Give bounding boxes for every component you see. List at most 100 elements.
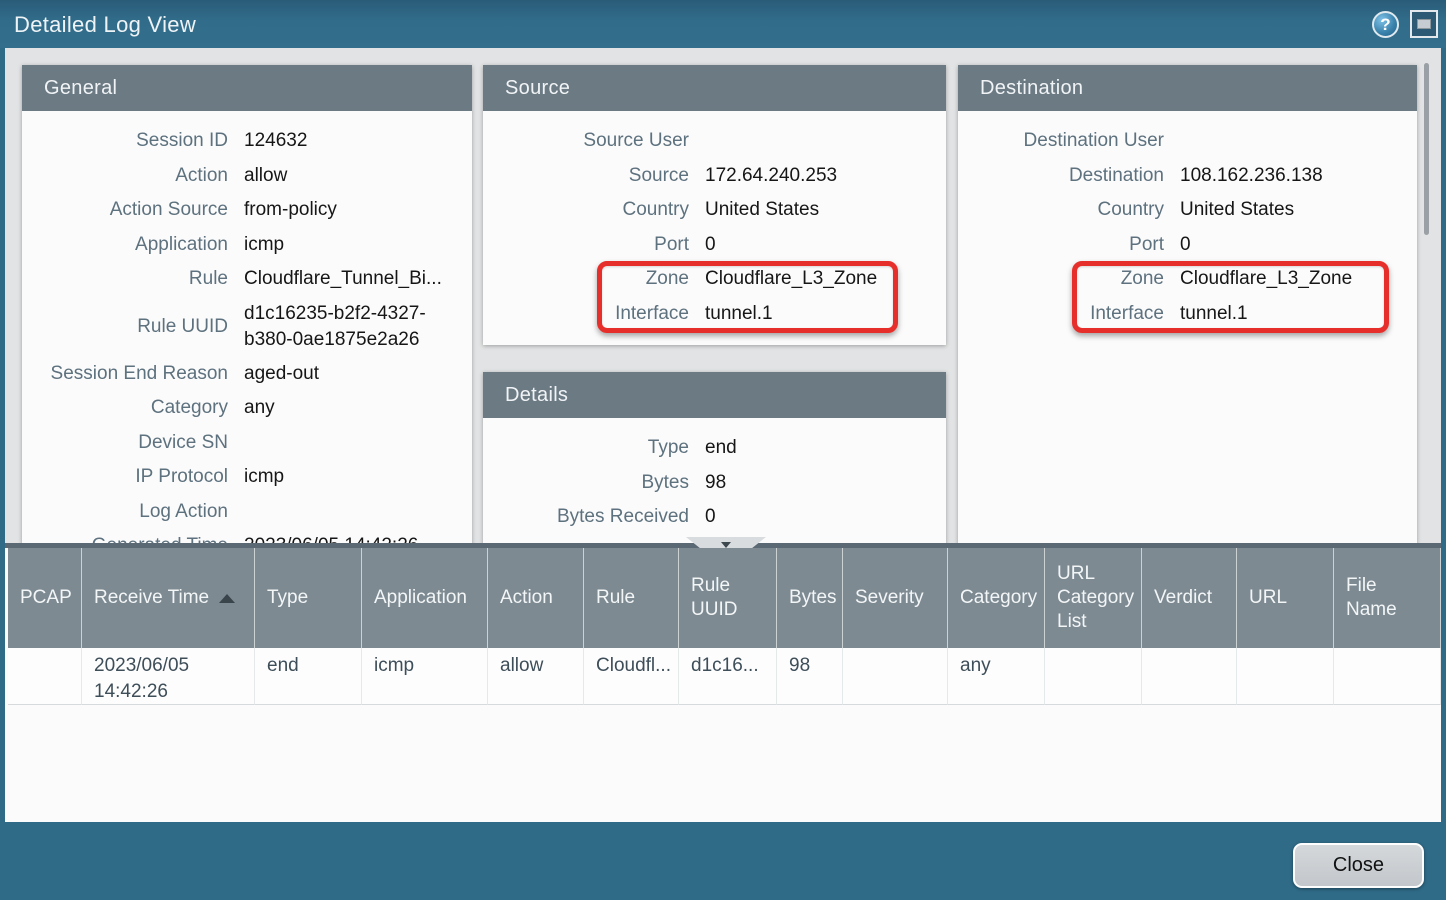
- detailed-log-view-dialog: Detailed Log View ? General Session ID 1…: [0, 0, 1446, 900]
- window-restore-inner: [1417, 19, 1431, 29]
- log-detail-panels-region: General Session ID 124632 Action allow A…: [5, 48, 1441, 543]
- cell-rule: Cloudfl...: [584, 648, 679, 705]
- field-value: 98: [705, 470, 934, 496]
- field-value: any: [244, 395, 460, 421]
- dialog-title: Detailed Log View: [14, 12, 196, 38]
- column-header-pcap[interactable]: PCAP: [8, 548, 82, 648]
- field-label: Type: [483, 437, 689, 459]
- column-header-receive-time[interactable]: Receive Time: [82, 548, 255, 648]
- field-label: Port: [483, 234, 689, 256]
- field-log-action: Log Action: [22, 495, 460, 530]
- field-label: Bytes Received: [483, 506, 689, 528]
- field-label: Source User: [483, 130, 689, 152]
- field-label: Action: [22, 165, 228, 187]
- column-header-type[interactable]: Type: [255, 548, 362, 648]
- field-destination-port: Port 0: [958, 228, 1405, 263]
- field-value: 0: [705, 232, 934, 258]
- cell-rule-uuid: d1c16...: [679, 648, 777, 705]
- cell-pcap: [8, 648, 82, 705]
- sort-ascending-icon: [219, 594, 235, 603]
- field-label: Log Action: [22, 501, 228, 523]
- field-source-port: Port 0: [483, 228, 934, 263]
- field-label: Session ID: [22, 130, 228, 152]
- help-icon[interactable]: ?: [1372, 11, 1399, 38]
- field-label: Bytes: [483, 472, 689, 494]
- field-label: Port: [958, 234, 1164, 256]
- field-label: Application: [22, 234, 228, 256]
- cell-url-category-list: [1045, 648, 1142, 705]
- field-application: Application icmp: [22, 228, 460, 263]
- field-rule-uuid: Rule UUID d1c16235-b2f2-4327-b380-0ae187…: [22, 297, 460, 357]
- column-header-url-category-list[interactable]: URL Category List: [1045, 548, 1142, 648]
- field-value: 108.162.236.138: [1180, 163, 1405, 189]
- field-label: IP Protocol: [22, 466, 228, 488]
- close-button[interactable]: Close: [1293, 843, 1424, 888]
- field-label: Rule: [22, 268, 228, 290]
- column-header-category[interactable]: Category: [948, 548, 1045, 648]
- field-device-sn: Device SN: [22, 426, 460, 461]
- panels-vertical-scrollbar[interactable]: [1424, 63, 1429, 235]
- field-destination-address: Destination 108.162.236.138: [958, 159, 1405, 194]
- cell-action: allow: [488, 648, 584, 705]
- column-header-severity[interactable]: Severity: [843, 548, 948, 648]
- cell-application: icmp: [362, 648, 488, 705]
- field-value: 0: [1180, 232, 1405, 258]
- field-destination-user: Destination User: [958, 124, 1405, 159]
- field-value: end: [705, 435, 934, 461]
- field-source-user: Source User: [483, 124, 934, 159]
- cell-verdict: [1142, 648, 1237, 705]
- details-panel: Details Type end Bytes 98 Bytes Received…: [483, 372, 946, 543]
- cell-file-name: [1334, 648, 1441, 705]
- field-label: Generated Time: [22, 535, 228, 543]
- table-row[interactable]: 2023/06/05 14:42:26 end icmp allow Cloud…: [8, 648, 1441, 705]
- field-category: Category any: [22, 391, 460, 426]
- field-value: Cloudflare_Tunnel_Bi...: [244, 266, 460, 292]
- field-value: United States: [705, 197, 934, 223]
- field-label: Destination User: [958, 130, 1164, 152]
- field-label: Rule UUID: [22, 316, 228, 338]
- field-label: Destination: [958, 165, 1164, 187]
- column-header-rule-uuid[interactable]: Rule UUID: [679, 548, 777, 648]
- column-header-verdict[interactable]: Verdict: [1142, 548, 1237, 648]
- field-value: d1c16235-b2f2-4327-b380-0ae1875e2a26: [244, 301, 460, 353]
- column-header-action[interactable]: Action: [488, 548, 584, 648]
- field-label: Action Source: [22, 199, 228, 221]
- log-table-header-row: PCAP Receive Time Type Application Actio…: [8, 548, 1441, 648]
- field-label: Country: [483, 199, 689, 221]
- field-action-source: Action Source from-policy: [22, 193, 460, 228]
- column-header-file-name[interactable]: File Name: [1334, 548, 1441, 648]
- dialog-footer: Close: [0, 822, 1446, 900]
- field-label: Category: [22, 397, 228, 419]
- cell-severity: [843, 648, 948, 705]
- field-generated-time: Generated Time 2023/06/05 14:42:26: [22, 529, 460, 543]
- field-value: allow: [244, 163, 460, 189]
- field-source-address: Source 172.64.240.253: [483, 159, 934, 194]
- column-header-bytes[interactable]: Bytes: [777, 548, 843, 648]
- field-type: Type end: [483, 431, 934, 466]
- cell-category: any: [948, 648, 1045, 705]
- field-value: 124632: [244, 128, 460, 154]
- field-rule: Rule Cloudflare_Tunnel_Bi...: [22, 262, 460, 297]
- field-value: icmp: [244, 232, 460, 258]
- cell-url: [1237, 648, 1334, 705]
- field-session-end-reason: Session End Reason aged-out: [22, 357, 460, 392]
- field-destination-country: Country United States: [958, 193, 1405, 228]
- highlight-box-source-zone-interface: [597, 261, 898, 333]
- column-header-url[interactable]: URL: [1237, 548, 1334, 648]
- highlight-box-destination-zone-interface: [1072, 261, 1389, 333]
- general-panel: General Session ID 124632 Action allow A…: [22, 65, 472, 543]
- cell-receive-time: 2023/06/05 14:42:26: [82, 648, 255, 705]
- log-table: PCAP Receive Time Type Application Actio…: [5, 548, 1441, 822]
- window-restore-icon[interactable]: [1410, 10, 1438, 38]
- column-header-rule[interactable]: Rule: [584, 548, 679, 648]
- column-header-application[interactable]: Application: [362, 548, 488, 648]
- field-source-country: Country United States: [483, 193, 934, 228]
- field-value: icmp: [244, 464, 460, 490]
- field-session-id: Session ID 124632: [22, 124, 460, 159]
- field-value: 2023/06/05 14:42:26: [244, 533, 460, 543]
- field-value: 0: [705, 504, 934, 530]
- field-value: aged-out: [244, 361, 460, 387]
- destination-panel-title: Destination: [958, 65, 1417, 111]
- field-action: Action allow: [22, 159, 460, 194]
- cell-bytes: 98: [777, 648, 843, 705]
